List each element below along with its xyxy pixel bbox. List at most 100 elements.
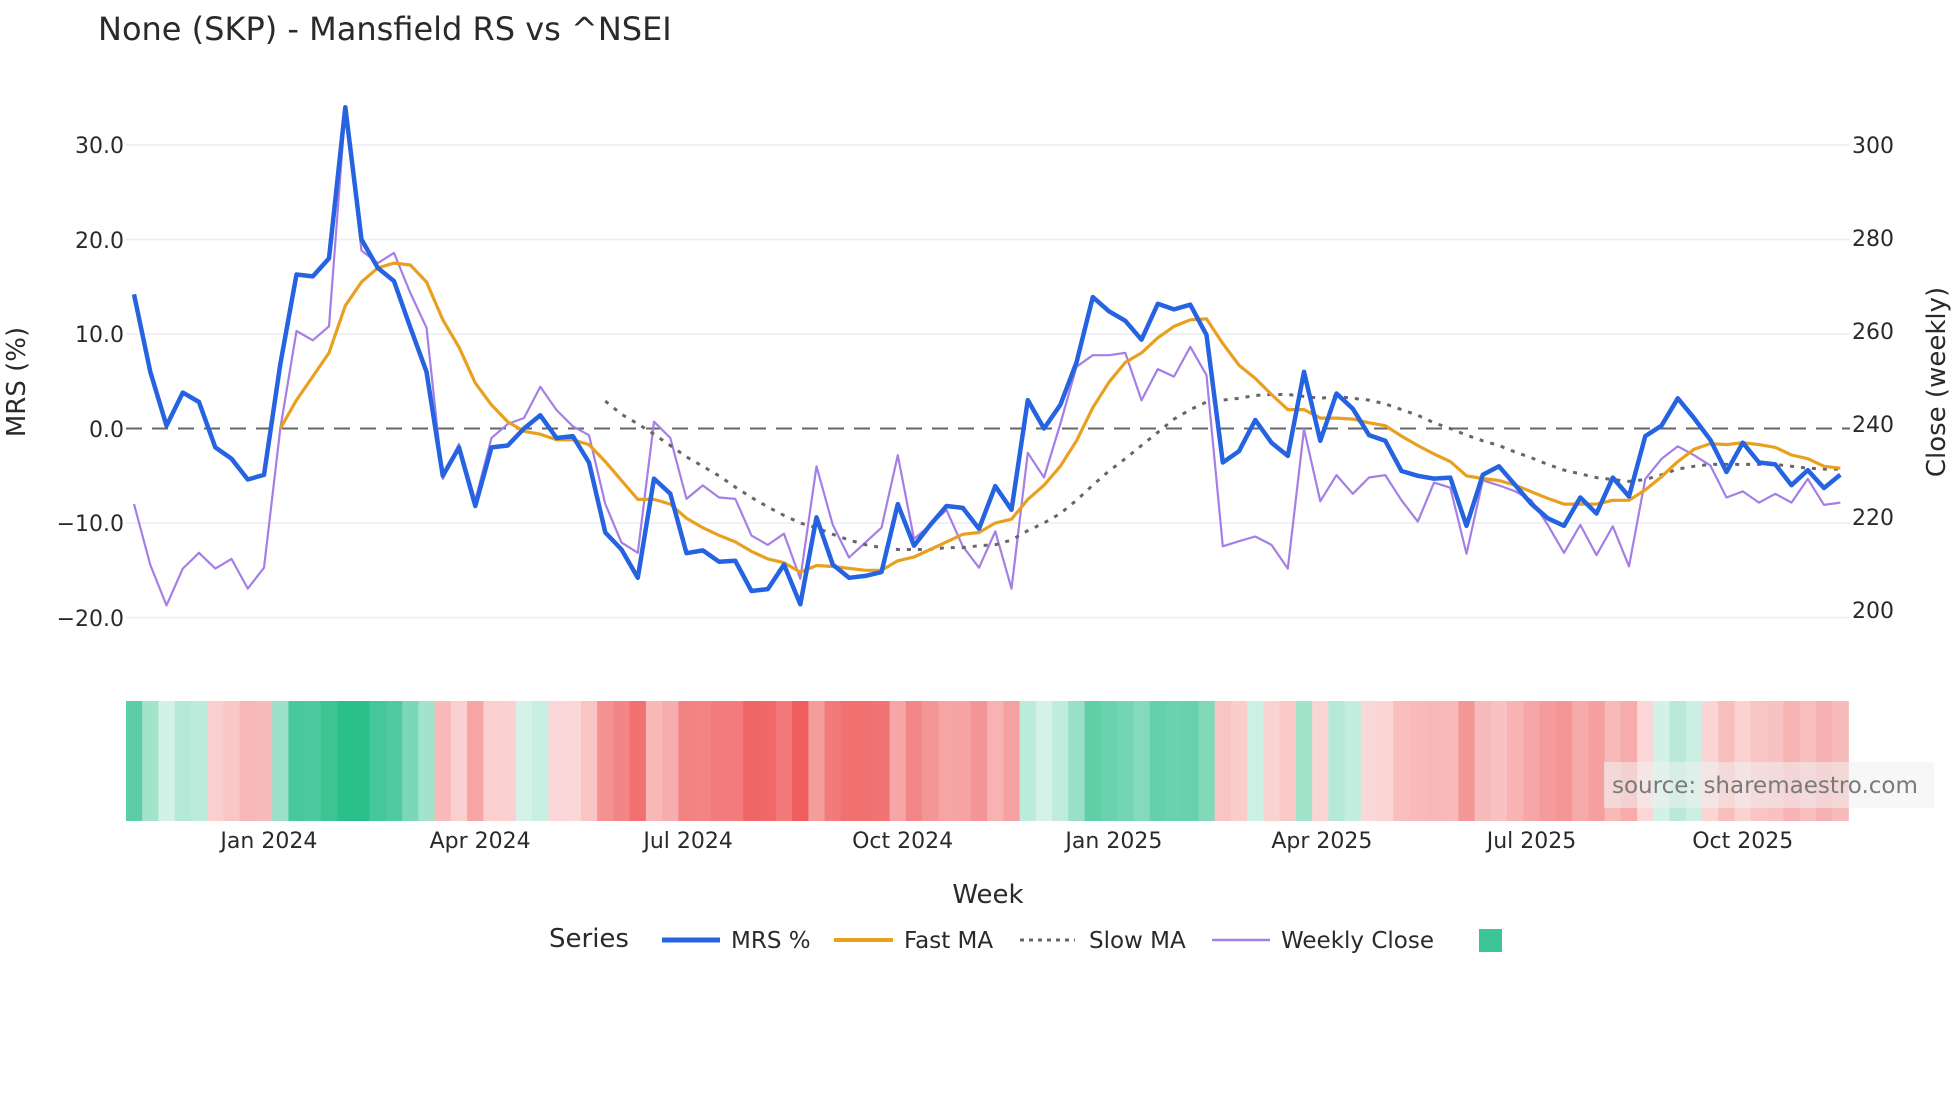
heatmap-cell bbox=[223, 701, 241, 821]
heatmap-cell bbox=[564, 701, 582, 821]
heatmap-cell bbox=[320, 701, 338, 821]
heatmap-cell bbox=[418, 701, 436, 821]
heatmap-strip bbox=[126, 701, 1849, 821]
legend-item-fast-ma[interactable]: Fast MA bbox=[834, 928, 993, 954]
y-tick-label: 20.0 bbox=[75, 229, 124, 254]
legend: Series MRS % Fast MA Slow MA Weekly Clos… bbox=[549, 924, 1502, 954]
heatmap-cell bbox=[1214, 701, 1232, 821]
heatmap-cell bbox=[792, 701, 809, 821]
heatmap-cell bbox=[597, 701, 614, 821]
series-line-weekly-close bbox=[132, 108, 1841, 607]
heatmap-cell bbox=[1312, 701, 1329, 821]
legend-label: MRS % bbox=[731, 928, 811, 954]
heatmap-cell bbox=[142, 701, 159, 821]
heatmap-cell bbox=[190, 701, 208, 821]
heatmap-cell bbox=[629, 701, 647, 821]
series-line-mrs bbox=[131, 104, 1842, 607]
legend-item-heatmap[interactable] bbox=[1479, 929, 1502, 952]
heatmap-cell bbox=[515, 701, 533, 821]
heatmap-cell bbox=[1117, 701, 1134, 821]
x-axis-title: Week bbox=[952, 880, 1023, 910]
heatmap-cell bbox=[337, 701, 354, 821]
heatmap-cell bbox=[1442, 701, 1459, 821]
y2-axis-title: Close (weekly) bbox=[1922, 287, 1952, 477]
heatmap-cell bbox=[694, 701, 712, 821]
heatmap-cell bbox=[1360, 701, 1378, 821]
legend-item-slow-ma[interactable]: Slow MA bbox=[1020, 928, 1186, 954]
x-tick-label: Jul 2025 bbox=[1485, 829, 1577, 854]
heatmap-cell bbox=[727, 701, 744, 821]
heatmap-cell bbox=[678, 701, 696, 821]
heatmap-cell bbox=[613, 701, 631, 821]
heatmap-cell bbox=[759, 701, 777, 821]
y-tick-label: −10.0 bbox=[57, 512, 124, 537]
heatmap-cell bbox=[938, 701, 956, 821]
y2-tick-label: 240 bbox=[1852, 413, 1894, 438]
heatmap-cell bbox=[1149, 701, 1167, 821]
y2-tick-label: 280 bbox=[1852, 227, 1894, 252]
heatmap-cell bbox=[1019, 701, 1037, 821]
series-lines bbox=[131, 104, 1842, 607]
heatmap-cell bbox=[662, 701, 679, 821]
heatmap-cell bbox=[1490, 701, 1508, 821]
y-tick-label: 10.0 bbox=[75, 323, 124, 348]
left-y-ticks: 30.0 20.0 10.0 0.0 −10.0 −20.0 bbox=[57, 134, 124, 632]
heatmap-cell bbox=[272, 701, 289, 821]
series-line-slow-ma bbox=[604, 393, 1841, 551]
heatmap-cell bbox=[207, 701, 224, 821]
heatmap-cell bbox=[1182, 701, 1199, 821]
heatmap-cell bbox=[1377, 701, 1394, 821]
heatmap-cell bbox=[255, 701, 273, 821]
heatmap-cell bbox=[1084, 701, 1102, 821]
heatmap-cell bbox=[1052, 701, 1069, 821]
heatmap-cell bbox=[369, 701, 387, 821]
heatmap-cell bbox=[1279, 701, 1297, 821]
heatmap-cell bbox=[1539, 701, 1557, 821]
heatmap-cell bbox=[1230, 701, 1248, 821]
heatmap-cell bbox=[434, 701, 452, 821]
heatmap-cell bbox=[1133, 701, 1151, 821]
y-tick-label: 0.0 bbox=[89, 418, 124, 443]
heatmap-cell bbox=[1555, 701, 1573, 821]
heatmap-cell bbox=[304, 701, 322, 821]
heatmap-cell bbox=[824, 701, 842, 821]
watermark-text: source: sharemaestro.com bbox=[1612, 773, 1918, 799]
chart-title: None (SKP) - Mansfield RS vs ^NSEI bbox=[98, 10, 672, 48]
heatmap-cell bbox=[1247, 701, 1264, 821]
heatmap-cell bbox=[1068, 701, 1086, 821]
heatmap-cell bbox=[1523, 701, 1541, 821]
heatmap-cell bbox=[1409, 701, 1427, 821]
x-ticks: Jan 2024 Apr 2024 Jul 2024 Oct 2024 Jan … bbox=[218, 829, 1793, 854]
heatmap-cell bbox=[922, 701, 939, 821]
heatmap-cell bbox=[483, 701, 501, 821]
heatmap-cell bbox=[239, 701, 257, 821]
heatmap-cell bbox=[1263, 701, 1281, 821]
heatmap-cell bbox=[1165, 701, 1183, 821]
heatmap-cell bbox=[1344, 701, 1362, 821]
series-line-fast-ma bbox=[278, 261, 1841, 574]
heatmap-cell bbox=[889, 701, 907, 821]
heatmap-cell bbox=[288, 701, 306, 821]
heatmap-cell bbox=[840, 701, 858, 821]
heatmap-cell bbox=[1572, 701, 1589, 821]
heatmap-cell bbox=[499, 701, 517, 821]
heatmap-cell bbox=[532, 701, 549, 821]
heatmap-cell bbox=[1003, 701, 1021, 821]
y2-tick-label: 260 bbox=[1852, 320, 1894, 345]
x-tick-label: Oct 2025 bbox=[1692, 829, 1793, 854]
heatmap-cell bbox=[1035, 701, 1053, 821]
legend-label: Fast MA bbox=[904, 928, 993, 954]
heatmap-cell bbox=[873, 701, 891, 821]
mrs-chart: None (SKP) - Mansfield RS vs ^NSEI 30.0 … bbox=[2, 10, 1952, 954]
heatmap-cell bbox=[580, 701, 598, 821]
y2-tick-label: 220 bbox=[1852, 506, 1894, 531]
legend-item-weekly-close[interactable]: Weekly Close bbox=[1212, 928, 1434, 954]
heatmap-cell bbox=[1458, 701, 1476, 821]
heatmap-cell bbox=[1100, 701, 1118, 821]
heatmap-cell bbox=[1295, 701, 1313, 821]
heatmap-cell bbox=[987, 701, 1004, 821]
heatmap-cell bbox=[353, 701, 371, 821]
legend-item-mrs[interactable]: MRS % bbox=[662, 928, 811, 954]
heatmap-cell bbox=[743, 701, 761, 821]
x-tick-label: Oct 2024 bbox=[852, 829, 953, 854]
